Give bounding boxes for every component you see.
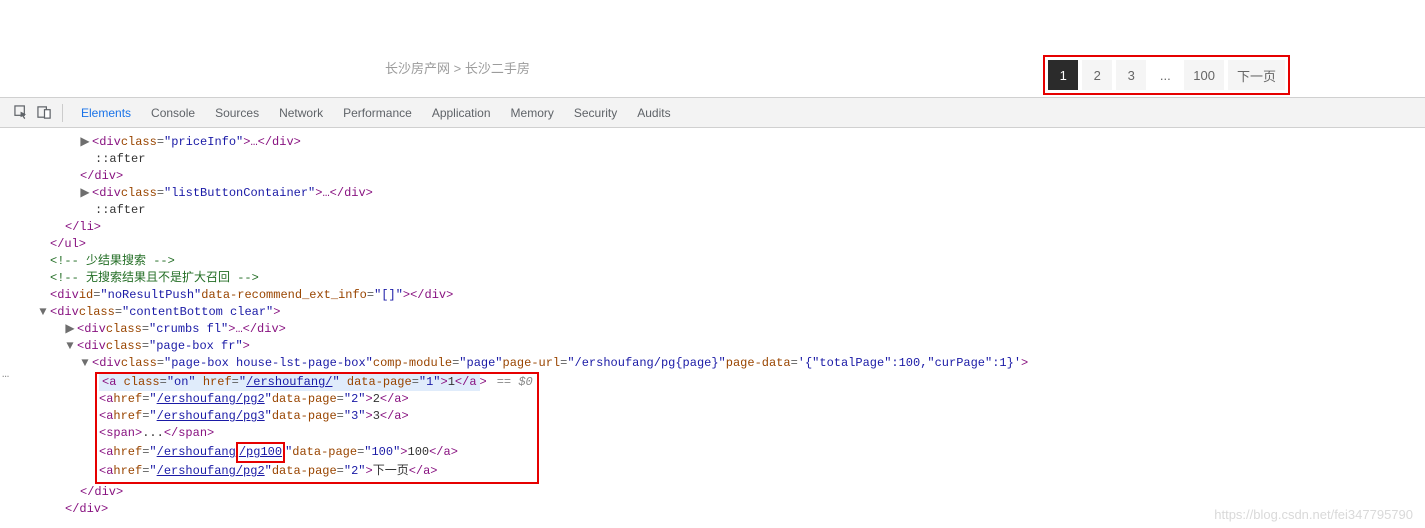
tab-audits[interactable]: Audits xyxy=(627,99,680,127)
collapse-icon[interactable]: ▼ xyxy=(80,355,90,372)
device-toggle-icon[interactable] xyxy=(33,102,55,124)
dom-node[interactable]: ▼<div class="page-box house-lst-page-box… xyxy=(50,355,1425,372)
dom-row-group: <a class="on" href="/ershoufang/" data-p… xyxy=(50,372,1425,484)
dom-node[interactable]: ▼<div class="page-box fr"> xyxy=(50,338,1425,355)
dom-close[interactable]: </li> xyxy=(50,219,1425,236)
dom-close[interactable]: </div> xyxy=(50,501,1425,518)
dom-node[interactable]: ▼<div class="contentBottom clear"> xyxy=(50,304,1425,321)
dom-comment[interactable]: <!-- 无搜索结果且不是扩大召回 --> xyxy=(50,270,1425,287)
collapse-icon[interactable]: ▼ xyxy=(38,304,48,321)
tab-network[interactable]: Network xyxy=(269,99,333,127)
pagination: 1 2 3 ... 100 下一页 xyxy=(1043,55,1290,95)
dom-close[interactable]: </div> xyxy=(50,484,1425,501)
breadcrumb: 长沙房产网 > 长沙二手房 xyxy=(385,58,530,77)
tab-security[interactable]: Security xyxy=(564,99,627,127)
expand-icon[interactable]: ▶ xyxy=(80,134,90,151)
dom-node[interactable]: <a href="/ershoufang/pg3" data-page="3">… xyxy=(99,408,533,425)
tab-memory[interactable]: Memory xyxy=(501,99,564,127)
page-header: 长沙房产网 > 长沙二手房 1 2 3 ... 100 下一页 xyxy=(0,0,1425,98)
expand-icon[interactable]: ▶ xyxy=(80,185,90,202)
dom-node[interactable]: ▶<div class="listButtonContainer">…</div… xyxy=(50,185,1425,202)
tab-elements[interactable]: Elements xyxy=(71,99,141,127)
dom-comment[interactable]: <!-- 少结果搜索 --> xyxy=(50,253,1425,270)
page-1[interactable]: 1 xyxy=(1048,60,1078,90)
tab-application[interactable]: Application xyxy=(422,99,501,127)
gutter-dots: … xyxy=(2,366,9,383)
toolbar-separator xyxy=(62,104,63,122)
inspect-icon[interactable] xyxy=(10,102,32,124)
breadcrumb-section[interactable]: 长沙二手房 xyxy=(465,61,530,76)
dom-pseudo[interactable]: ::after xyxy=(50,202,1425,219)
dom-node[interactable]: ▶<div class="priceInfo">…</div> xyxy=(50,134,1425,151)
dom-close[interactable]: </div> xyxy=(50,168,1425,185)
expand-icon[interactable]: ▶ xyxy=(65,321,75,338)
tab-console[interactable]: Console xyxy=(141,99,205,127)
dom-node-selected[interactable]: <a class="on" href="/ershoufang/" data-p… xyxy=(99,374,533,391)
dom-node[interactable]: ▶<div class="crumbs fl">…</div> xyxy=(50,321,1425,338)
elements-panel[interactable]: ▶<div class="priceInfo">…</div> ::after … xyxy=(0,128,1425,528)
breadcrumb-sep: > xyxy=(454,61,462,76)
devtools-toolbar: Elements Console Sources Network Perform… xyxy=(0,98,1425,128)
dom-node[interactable]: <span>...</span> xyxy=(99,425,533,442)
page-100[interactable]: 100 xyxy=(1184,60,1224,90)
dom-node[interactable]: <a href="/ershoufang/pg2" data-page="2">… xyxy=(99,463,533,480)
tab-performance[interactable]: Performance xyxy=(333,99,422,127)
devtools-tabs: Elements Console Sources Network Perform… xyxy=(71,99,681,127)
elements-panel-wrap: ▶<div class="priceInfo">…</div> ::after … xyxy=(0,128,1425,528)
breadcrumb-site[interactable]: 长沙房产网 xyxy=(385,61,450,76)
eq-dollar-zero: == $0 xyxy=(497,374,533,391)
page-2[interactable]: 2 xyxy=(1082,60,1112,90)
dom-node[interactable]: <div id="noResultPush" data-recommend_ex… xyxy=(50,287,1425,304)
page-3[interactable]: 3 xyxy=(1116,60,1146,90)
highlighted-pg100: /pg100 xyxy=(236,442,285,463)
dom-node[interactable]: <a href="/ershoufang/pg100" data-page="1… xyxy=(99,442,533,463)
page-next[interactable]: 下一页 xyxy=(1228,60,1285,90)
page-ellipsis: ... xyxy=(1150,60,1180,90)
tab-sources[interactable]: Sources xyxy=(205,99,269,127)
dom-close[interactable]: </ul> xyxy=(50,236,1425,253)
dom-node[interactable]: <a href="/ershoufang/pg2" data-page="2">… xyxy=(99,391,533,408)
collapse-icon[interactable]: ▼ xyxy=(65,338,75,355)
dom-pseudo[interactable]: ::after xyxy=(50,151,1425,168)
